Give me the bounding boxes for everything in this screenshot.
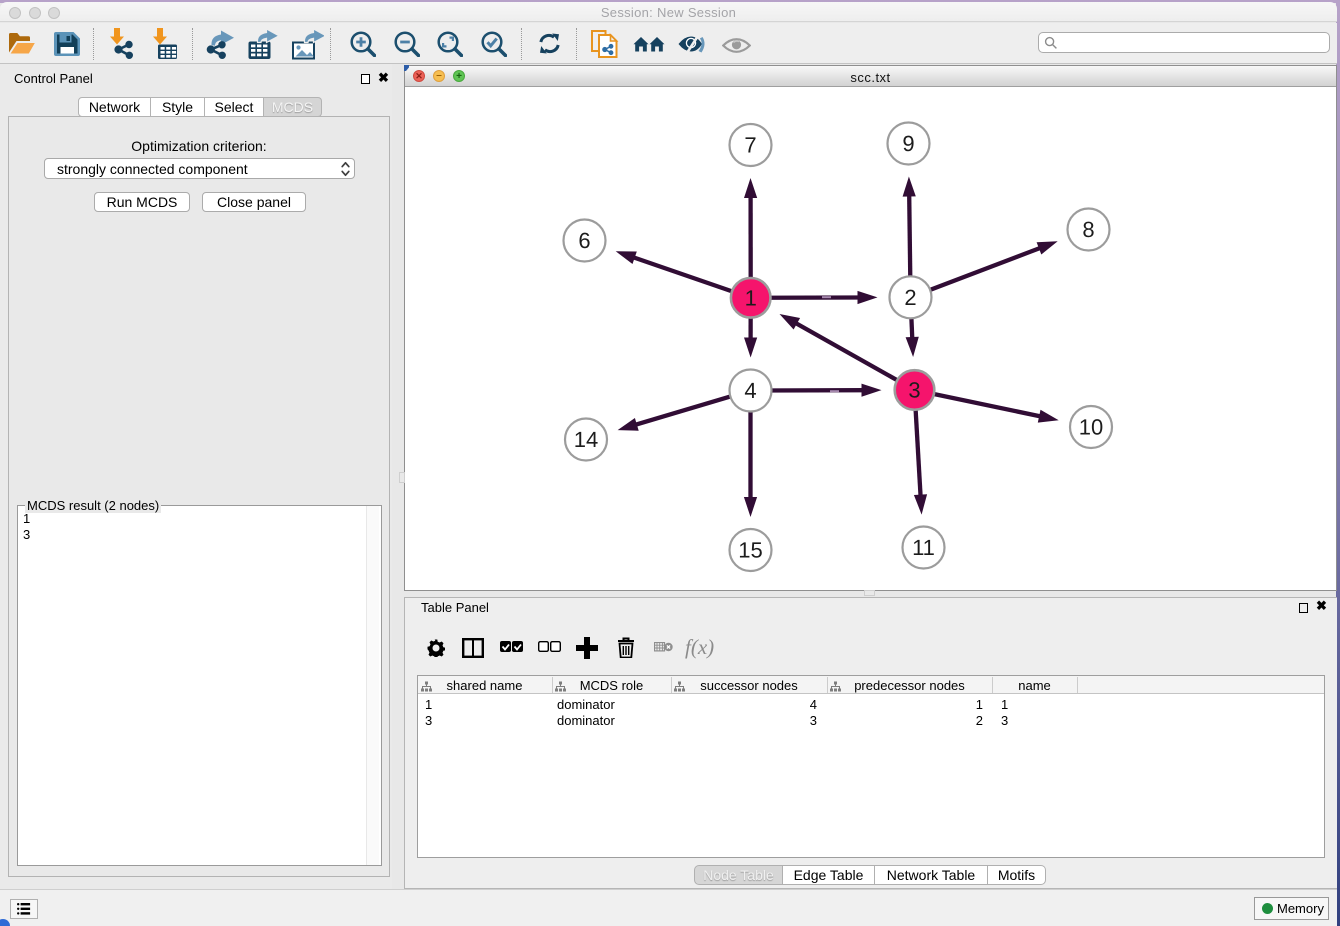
svg-text:7: 7 bbox=[744, 133, 756, 158]
svg-text:2: 2 bbox=[904, 285, 916, 310]
svg-text:3: 3 bbox=[908, 378, 920, 403]
svg-text:11: 11 bbox=[912, 535, 935, 560]
svg-text:15: 15 bbox=[738, 538, 762, 563]
svg-text:4: 4 bbox=[744, 378, 756, 403]
svg-text:14: 14 bbox=[574, 427, 598, 452]
svg-text:1: 1 bbox=[745, 285, 757, 310]
svg-text:10: 10 bbox=[1079, 415, 1103, 440]
svg-text:6: 6 bbox=[578, 228, 590, 253]
svg-text:8: 8 bbox=[1082, 217, 1094, 242]
svg-text:9: 9 bbox=[902, 131, 914, 156]
